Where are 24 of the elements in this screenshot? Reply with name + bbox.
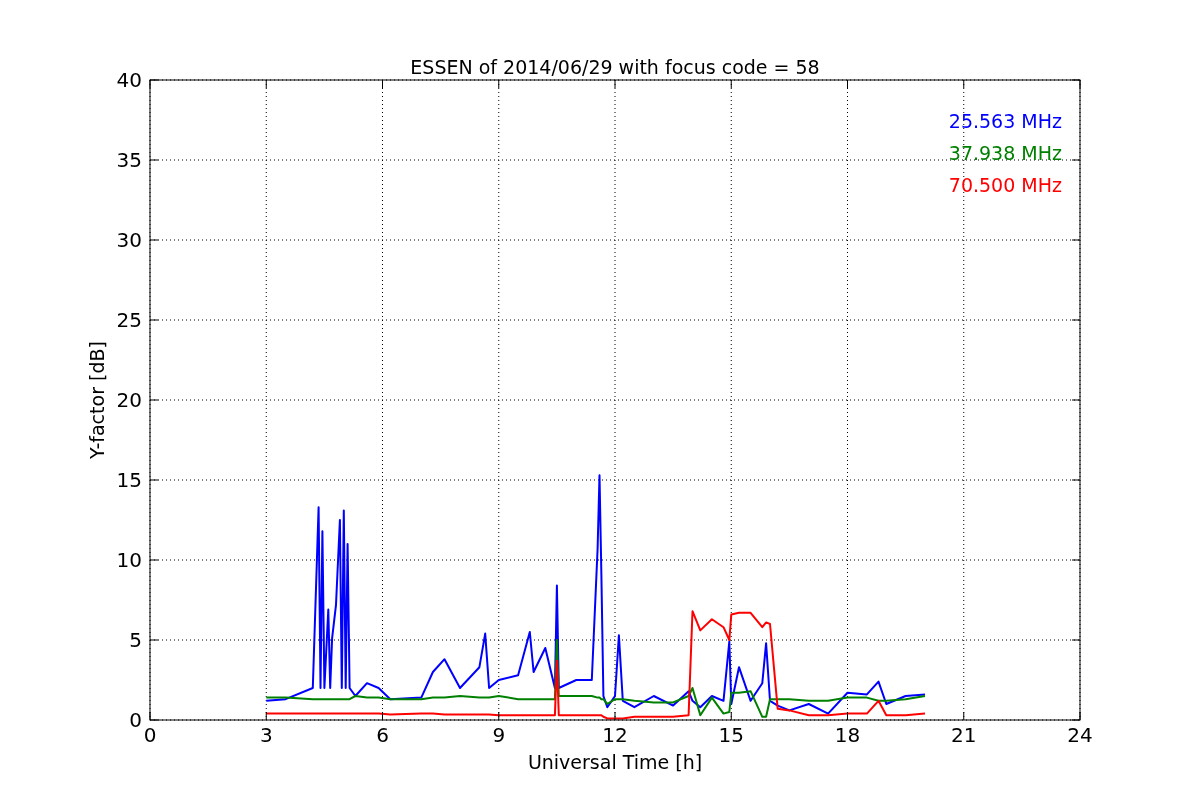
tick-label: 10 <box>116 548 142 572</box>
chart-title: ESSEN of 2014/06/29 with focus code = 58 <box>410 56 820 78</box>
tick-label: 35 <box>116 148 142 172</box>
y-axis-label: Y-factor [dB] <box>86 341 108 459</box>
tick-label: 20 <box>116 388 142 412</box>
tick-label: 5 <box>129 628 142 652</box>
tick-label: 30 <box>116 228 142 252</box>
tick-label: 9 <box>492 723 506 747</box>
legend-label: 70.500 MHz <box>948 174 1062 196</box>
tick-label: 0 <box>143 723 157 747</box>
tick-label: 12 <box>602 723 628 747</box>
legend-label: 37.938 MHz <box>948 142 1062 164</box>
tick-label: 18 <box>834 723 861 747</box>
tick-label: 25 <box>116 308 142 332</box>
tick-label: 15 <box>718 723 744 747</box>
tick-label: 3 <box>259 723 273 747</box>
tick-label: 0 <box>129 708 142 732</box>
x-axis-label: Universal Time [h] <box>527 751 703 773</box>
tick-label: 6 <box>376 723 389 747</box>
legend-label: 25.563 MHz <box>948 110 1062 132</box>
tick-label: 15 <box>116 468 142 492</box>
tick-label: 21 <box>951 723 977 747</box>
tick-label: 40 <box>116 68 142 92</box>
tick-label: 24 <box>1067 723 1093 747</box>
